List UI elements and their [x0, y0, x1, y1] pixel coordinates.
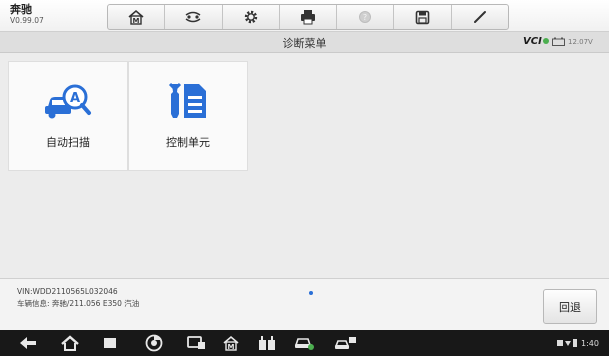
printer-icon	[300, 10, 315, 25]
m-home-icon: M	[223, 335, 239, 351]
vci-status: VCI	[523, 36, 549, 47]
brand-block: 奔驰 V0.99.07	[10, 3, 44, 26]
page-indicator	[309, 291, 313, 295]
home-icon: M	[128, 9, 144, 25]
control-unit-icon	[168, 82, 206, 118]
save-icon	[415, 10, 430, 24]
battery-voltage: 12.07V	[552, 37, 593, 46]
toolbar: M ?	[107, 4, 509, 30]
vci-connected-icon	[542, 38, 549, 44]
auto-scan-car-icon: A	[45, 84, 91, 119]
pen-button[interactable]	[452, 5, 508, 29]
screen-capture-icon	[187, 336, 205, 349]
auto-scan-tile[interactable]: A 自动扫描	[8, 61, 128, 171]
nav-vehicle-button[interactable]	[291, 334, 317, 352]
back-arrow-icon	[20, 337, 36, 349]
car-check-icon	[294, 338, 314, 350]
nav-back-button[interactable]	[15, 334, 41, 352]
nav-browser-button[interactable]	[141, 334, 167, 352]
svg-text:?: ?	[363, 13, 367, 22]
back-button[interactable]: 回退	[543, 289, 597, 324]
vci-label: VCI	[523, 36, 542, 47]
nav-recents-button[interactable]	[97, 334, 123, 352]
settings-button[interactable]	[223, 5, 280, 29]
clock-time: 1:40	[581, 338, 599, 348]
pen-icon	[473, 11, 486, 23]
nav-home-button[interactable]	[57, 334, 83, 352]
system-nav-bar: M 1:40	[0, 330, 609, 356]
vehicle-info-bar: VIN:WDD2110565L032046 车辆信息: 奔驰/211.056 E…	[0, 278, 609, 331]
browser-icon	[145, 334, 163, 352]
car-battery-icon	[552, 37, 565, 46]
home-icon	[61, 335, 79, 351]
svg-text:M: M	[228, 343, 235, 351]
help-button[interactable]: ?	[337, 5, 395, 29]
top-bar: 奔驰 V0.99.07 M ?	[0, 0, 609, 32]
nav-vci-button[interactable]	[254, 334, 280, 352]
status-icons	[557, 339, 577, 347]
print-button[interactable]	[280, 5, 338, 29]
remote-car-icon	[334, 337, 356, 349]
nav-diagnostics-home-button[interactable]: M	[218, 334, 244, 352]
control-unit-label: 控制单元	[166, 136, 210, 149]
system-status: 1:40	[557, 338, 599, 348]
svg-text:A: A	[70, 91, 80, 106]
vehicle-info-text: 车辆信息: 奔驰/211.056 E350 汽油	[17, 299, 140, 308]
settings-gear-icon	[244, 10, 257, 24]
subheader-bar: 诊断菜单 VCI 12.07V	[0, 32, 609, 53]
vin-text: VIN:WDD2110565L032046	[17, 287, 118, 296]
home-button[interactable]: M	[108, 5, 166, 29]
help-icon: ?	[359, 11, 372, 23]
recent-apps-icon	[104, 338, 116, 348]
diagnostic-menu-grid: A 自动扫描 控制单元	[0, 53, 609, 278]
vci-plug-icon	[259, 336, 275, 350]
control-unit-tile[interactable]: 控制单元	[128, 61, 248, 171]
svg-text:M: M	[133, 17, 140, 25]
vehicle-swap-button[interactable]	[165, 5, 223, 29]
brand-name: 奔驰	[10, 3, 32, 16]
battery-voltage-value: 12.07V	[568, 37, 593, 46]
vehicle-swap-icon	[185, 11, 201, 23]
save-button[interactable]	[394, 5, 452, 29]
nav-screen-capture-button[interactable]	[184, 334, 210, 352]
nav-remote-button[interactable]	[332, 334, 360, 352]
auto-scan-label: 自动扫描	[46, 136, 90, 149]
software-version: V0.99.07	[10, 16, 44, 25]
page-title: 诊断菜单	[282, 37, 327, 50]
